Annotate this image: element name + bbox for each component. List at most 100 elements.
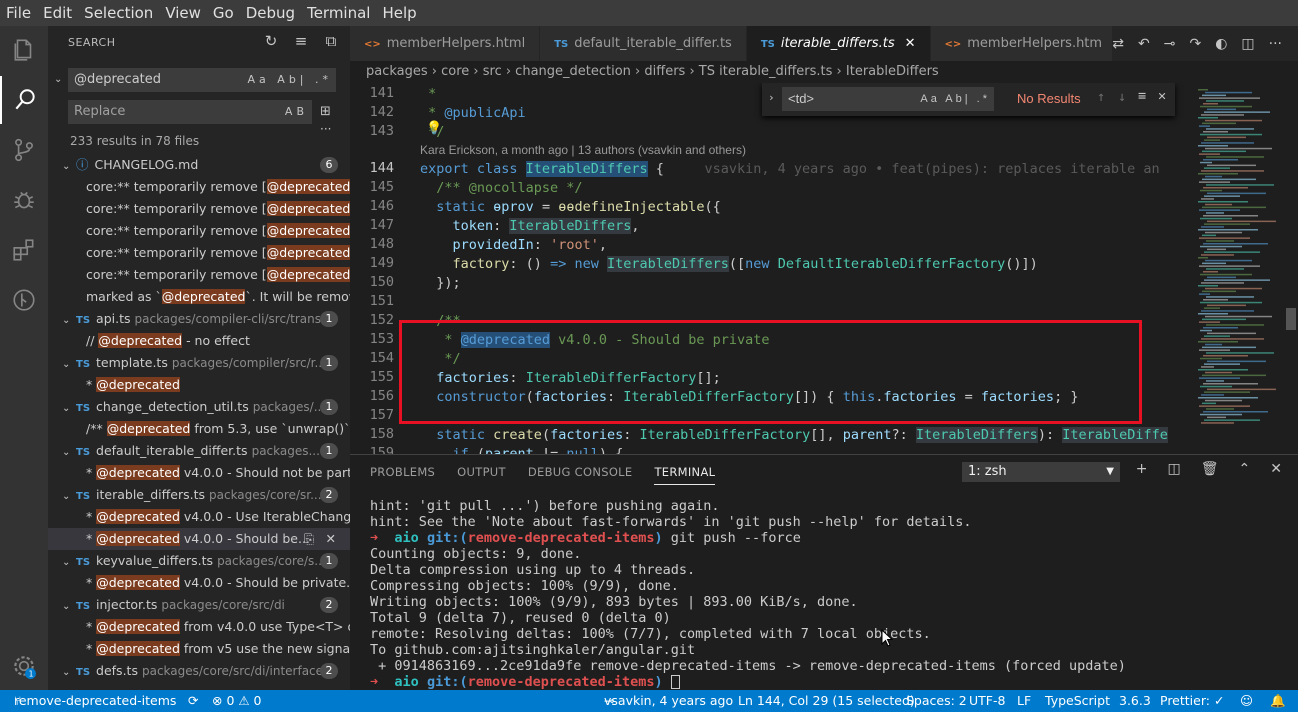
go-forward-icon[interactable]: ↷: [1189, 36, 1201, 52]
result-match[interactable]: marked as `@deprecated`. It will be remo…: [48, 286, 350, 308]
result-file[interactable]: ⌄ TS injector.ts packages/core/src/di 2: [48, 594, 350, 616]
toggle-blame-icon[interactable]: ◐: [1215, 36, 1227, 52]
menu-edit[interactable]: Edit: [37, 0, 78, 26]
search-icon[interactable]: [0, 76, 48, 124]
panel-tab-problems[interactable]: PROBLEMS: [370, 465, 435, 479]
menu-file[interactable]: File: [0, 0, 37, 26]
replace-all-icon[interactable]: ⊞: [320, 104, 331, 119]
result-match[interactable]: core:** temporarily remove [@deprecated.…: [48, 264, 350, 286]
close-find-icon[interactable]: ✕: [1158, 88, 1166, 104]
settings-gear-icon[interactable]: 1: [0, 642, 48, 690]
editor-tab[interactable]: TS iterable_differs.ts ✕: [746, 26, 931, 61]
source-control-icon[interactable]: [0, 126, 48, 174]
result-match[interactable]: * @deprecated v4.0.0 - Should be private…: [48, 572, 350, 594]
toggle-replace-icon[interactable]: ⌄: [54, 74, 62, 85]
editor-tab[interactable]: <> memberHelpers.htm: [930, 26, 1118, 61]
match-highlight: @deprecated: [96, 575, 180, 590]
editor-tab[interactable]: <> memberHelpers.html: [350, 26, 541, 61]
result-match[interactable]: // @deprecated - no effect: [48, 330, 350, 352]
result-match[interactable]: core:** temporarily remove [@deprecated.…: [48, 176, 350, 198]
result-file[interactable]: ⌄ TS iterable_differs.ts packages/core/sr..…: [48, 484, 350, 506]
find-options[interactable]: Aa Ab| .*: [920, 87, 990, 111]
terminal-select[interactable]: 1: zsh ▼: [962, 462, 1120, 482]
result-file[interactable]: ⌄ TS defs.ts packages/core/src/di/interface…: [48, 660, 350, 682]
menu-selection[interactable]: Selection: [78, 0, 159, 26]
explorer-icon[interactable]: [0, 26, 48, 74]
result-file[interactable]: ⌄ TS change_detection_util.ts packages/... 1: [48, 396, 350, 418]
result-file[interactable]: ⌄ TS template.ts packages/compiler/src/r...…: [48, 352, 350, 374]
result-match[interactable]: * @deprecated: [48, 374, 350, 396]
maximize-panel-icon[interactable]: ⌃: [1239, 461, 1251, 477]
git-commit-icon[interactable]: ⊸: [1164, 36, 1176, 52]
result-match[interactable]: core:** temporarily remove [@deprecated.…: [48, 220, 350, 242]
result-match[interactable]: core:** temporarily remove [@deprecated.…: [48, 198, 350, 220]
minimap-line: [1201, 310, 1254, 312]
replace-input[interactable]: Replace AB: [68, 100, 312, 124]
prettier-status[interactable]: Prettier: ✓: [1160, 690, 1224, 712]
cursor-position[interactable]: Ln 144, Col 29 (15 selected): [738, 690, 915, 712]
result-match[interactable]: * @deprecated v4.0.0 - Should be... ⎘ ✕: [48, 528, 350, 550]
result-match[interactable]: * @deprecated v4.0.0 - Use IterableChang…: [48, 506, 350, 528]
line-ending[interactable]: LF: [1017, 690, 1031, 712]
problems-status[interactable]: ⊗ 0 ⚠ 0: [212, 690, 262, 712]
find-in-selection-icon[interactable]: ≡: [1138, 88, 1146, 104]
language-mode[interactable]: TypeScript: [1045, 690, 1110, 712]
result-match[interactable]: * @deprecated from v5 use the new signa.…: [48, 638, 350, 660]
menu-terminal[interactable]: Terminal: [301, 0, 376, 26]
dismiss-match-icon[interactable]: ✕: [326, 528, 336, 550]
git-graph-icon[interactable]: [0, 276, 48, 324]
toggle-replace-chevron-icon[interactable]: ›: [768, 91, 775, 104]
close-tab-icon[interactable]: ✕: [905, 36, 916, 51]
previous-match-icon[interactable]: ↑: [1097, 89, 1105, 105]
ts-version[interactable]: 3.6.3: [1119, 690, 1151, 712]
menu-view[interactable]: View: [159, 0, 207, 26]
clear-results-icon[interactable]: ≡: [292, 32, 310, 50]
breadcrumb[interactable]: packages › core › src › change_detection…: [350, 61, 1298, 83]
more-options-icon[interactable]: ···: [320, 122, 331, 136]
panel-tab-output[interactable]: OUTPUT: [457, 465, 506, 479]
result-match[interactable]: * @deprecated from v4.0.0 use Type<T> o.…: [48, 616, 350, 638]
split-terminal-icon[interactable]: ◫: [1168, 461, 1181, 477]
terminal-output[interactable]: hint: 'git pull ...') before pushing aga…: [370, 498, 1126, 690]
search-input[interactable]: @deprecated Aa Ab| .*: [68, 68, 336, 92]
compare-icon[interactable]: ⇄: [1112, 36, 1124, 52]
replace-match-icon[interactable]: ⎘: [304, 528, 314, 550]
split-editor-icon[interactable]: ◫: [1241, 36, 1254, 52]
codelens-blame[interactable]: Kara Erickson, a month ago | 13 authors …: [420, 143, 746, 157]
more-actions-icon[interactable]: ···: [1269, 36, 1282, 52]
refresh-icon[interactable]: ↻: [262, 32, 280, 50]
sync-icon[interactable]: ⟳: [188, 690, 198, 712]
result-file[interactable]: ⌄ TS default_iterable_differ.ts packages...…: [48, 440, 350, 462]
minimap-line: [1202, 262, 1226, 265]
editor-tab[interactable]: TS default_iterable_differ.ts: [540, 26, 747, 61]
encoding[interactable]: UTF-8: [969, 690, 1005, 712]
result-match[interactable]: core:** temporarily remove [@deprecated.…: [48, 242, 350, 264]
search-options[interactable]: Aa Ab| .*: [248, 68, 332, 92]
result-file[interactable]: ⌄ ⓘ CHANGELOG.md 6: [48, 154, 350, 176]
result-file[interactable]: ⌄ TS api.ts packages/compiler-cli/src/trans…: [48, 308, 350, 330]
find-input[interactable]: <td> Aa Ab| .*: [782, 87, 994, 111]
go-back-icon[interactable]: ↶: [1138, 36, 1150, 52]
minimap[interactable]: [1194, 83, 1298, 454]
debug-icon[interactable]: [0, 176, 48, 224]
result-match[interactable]: * @deprecated v4.0.0 - Should not be par…: [48, 462, 350, 484]
result-match[interactable]: /** @deprecated from 5.3, use `unwrap()`…: [48, 418, 350, 440]
next-match-icon[interactable]: ↓: [1118, 89, 1126, 105]
notifications-bell-icon[interactable]: 🔔: [1270, 690, 1286, 712]
feedback-icon[interactable]: ☺: [1240, 690, 1253, 712]
menu-go[interactable]: Go: [207, 0, 240, 26]
indentation[interactable]: Spaces: 2: [906, 690, 967, 712]
close-panel-icon[interactable]: ✕: [1270, 461, 1282, 477]
new-terminal-icon[interactable]: +: [1136, 461, 1148, 477]
preserve-case-option[interactable]: AB: [285, 100, 308, 124]
minimap-line: [1204, 111, 1270, 113]
menu-help[interactable]: Help: [376, 0, 422, 26]
extensions-icon[interactable]: [0, 226, 48, 274]
collapse-all-icon[interactable]: ⧉: [322, 32, 340, 50]
menu-debug[interactable]: Debug: [240, 0, 301, 26]
code-editor[interactable]: 141 142 143 144 145 146 147 148 149 150 151 152 153 1…: [350, 83, 1298, 454]
kill-terminal-icon[interactable]: 🗑: [1201, 461, 1219, 477]
panel-tab-terminal[interactable]: TERMINAL: [654, 465, 716, 485]
panel-tab-debug-console[interactable]: DEBUG CONSOLE: [528, 465, 633, 479]
result-file[interactable]: ⌄ TS keyvalue_differs.ts packages/core/s...…: [48, 550, 350, 572]
